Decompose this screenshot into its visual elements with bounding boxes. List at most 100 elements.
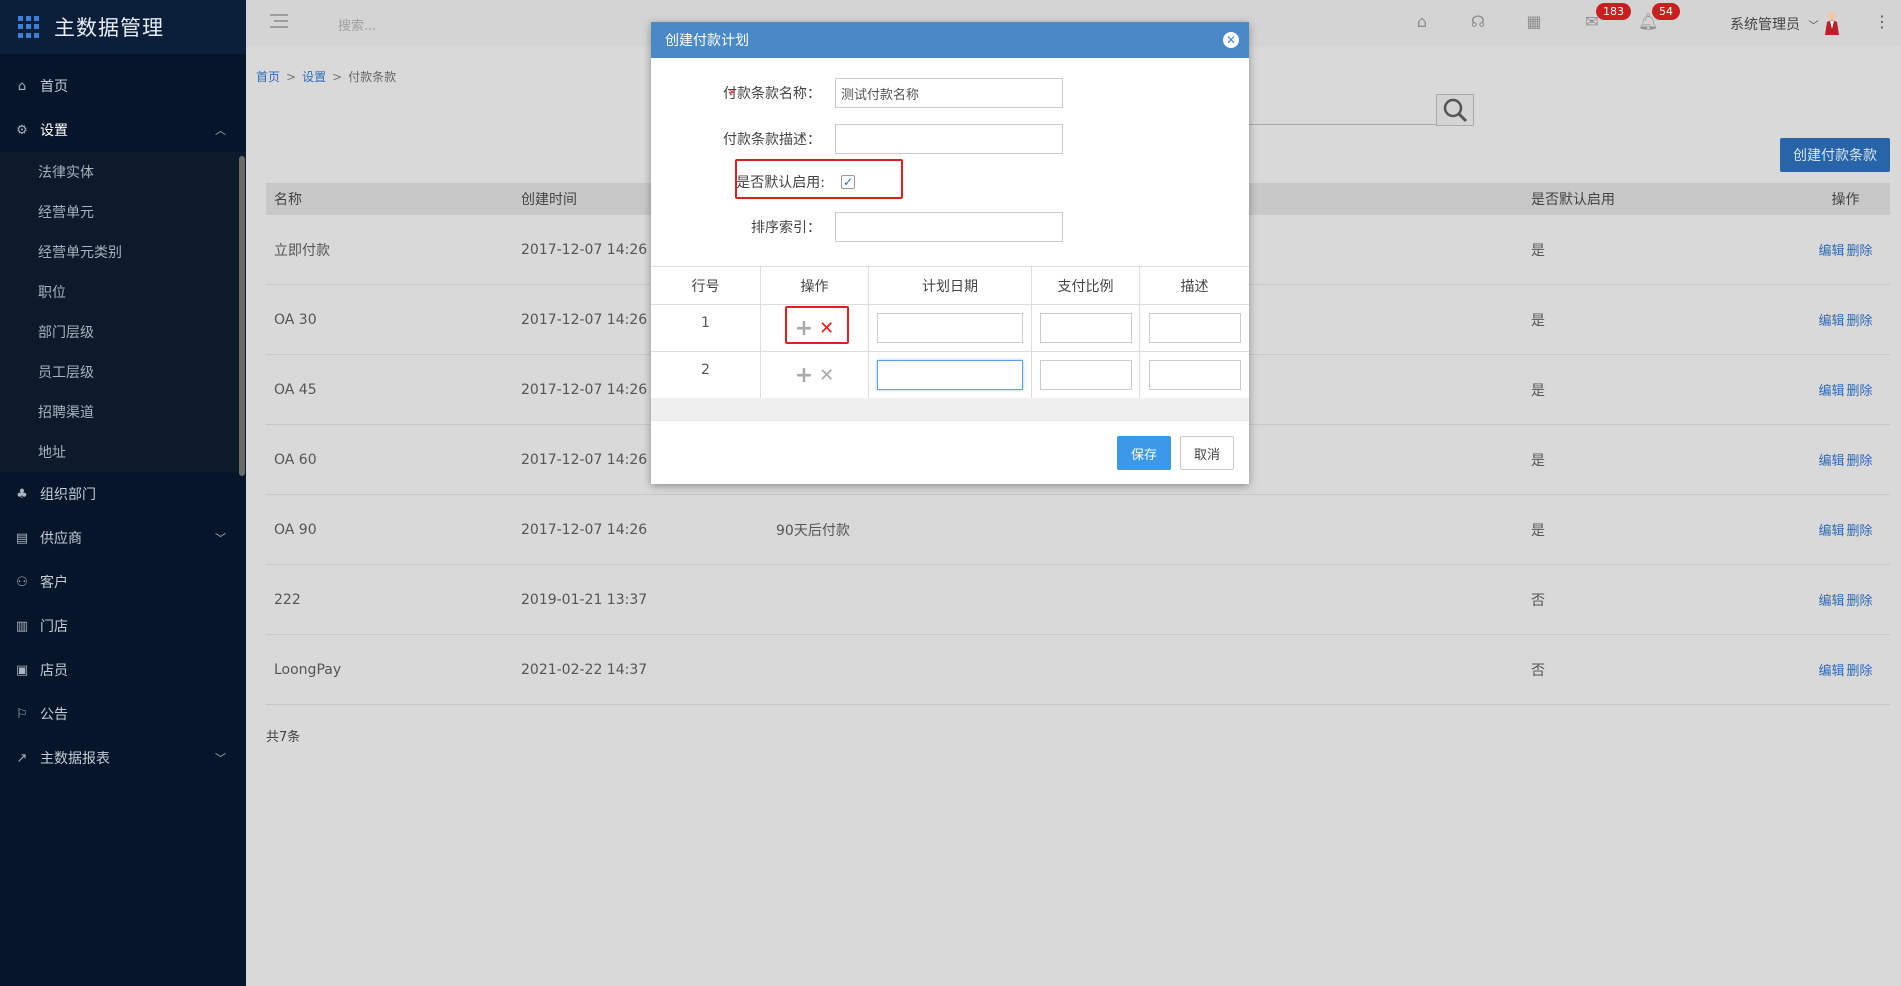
sidebar-scrollbar[interactable]: [239, 156, 245, 476]
form-row-name: * 付款条款名称：: [651, 78, 1249, 108]
column-header-name[interactable]: 名称: [266, 189, 521, 209]
form-row-sort: 排序索引：: [651, 212, 1249, 242]
cell-name: LoongPay: [274, 661, 342, 678]
sidebar-item-org[interactable]: ♣ 组织部门: [0, 472, 246, 516]
sidebar-item-settings[interactable]: ⚙ 设置 ︿: [0, 108, 246, 152]
sidebar-subitem-employee-level[interactable]: 员工层级: [0, 352, 246, 392]
more-icon[interactable]: ⋮: [1874, 12, 1890, 31]
delete-link[interactable]: 删除: [1847, 524, 1873, 539]
ratio-cell: [1032, 352, 1140, 398]
ratio-cell: [1032, 305, 1140, 351]
sidebar-subitem-dept-level[interactable]: 部门层级: [0, 312, 246, 352]
delete-link[interactable]: 删除: [1847, 664, 1873, 679]
message-icon[interactable]: ✉ 183: [1582, 3, 1631, 32]
sidebar-subitem-business-unit[interactable]: 经营单元: [0, 192, 246, 232]
close-icon[interactable]: ✕: [1223, 32, 1239, 48]
name-label: 付款条款名称：: [723, 86, 821, 102]
table-row: 222 2019-01-21 13:37 否 编辑 删除: [266, 565, 1890, 635]
total-count: 共7条: [266, 730, 301, 745]
ratio-input[interactable]: [1039, 360, 1132, 390]
cell-default: 是: [1531, 312, 1545, 329]
edit-link[interactable]: 编辑: [1818, 594, 1844, 609]
ratio-input[interactable]: [1039, 313, 1132, 343]
gear-icon: ⚙: [16, 122, 28, 138]
home-icon[interactable]: ⌂: [1412, 12, 1432, 32]
customer-icon: ⚇: [16, 574, 28, 590]
breadcrumb: 首页 > 设置 > 付款条款: [256, 70, 397, 84]
delete-row-icon[interactable]: ✕: [819, 365, 834, 386]
grid-column-plan-date: 计划日期: [869, 267, 1032, 304]
apps-grid-icon[interactable]: [18, 16, 40, 38]
grid-header: 行号 操作 计划日期 支付比例 描述: [651, 267, 1249, 305]
payment-term-desc-input[interactable]: [835, 124, 1063, 154]
sort-index-input[interactable]: [835, 212, 1063, 242]
chevron-down-icon: ﹀: [1808, 21, 1819, 32]
sidebar: 主数据管理 ⌂ 首页 ⚙ 设置 ︿ 法律实体 经营单元 经营单元类别 职位 部门…: [0, 0, 246, 986]
bell-icon[interactable]: 🔔︎ 54: [1638, 3, 1680, 32]
column-header-default[interactable]: 是否默认启用: [1531, 189, 1801, 209]
required-marker: *: [729, 87, 735, 101]
sidebar-subitem-business-unit-type[interactable]: 经营单元类别: [0, 232, 246, 272]
sidebar-subitem-position[interactable]: 职位: [0, 272, 246, 312]
row-desc-input[interactable]: [1148, 360, 1241, 390]
edit-link[interactable]: 编辑: [1818, 244, 1844, 259]
cell-default: 是: [1531, 242, 1545, 259]
dialog-header: 创建付款计划 ✕: [651, 22, 1249, 58]
search-button[interactable]: [1436, 94, 1474, 126]
search-icon: [1443, 98, 1468, 123]
cell-actions: 编辑 删除: [1801, 590, 1890, 609]
table-row: LoongPay 2021-02-22 14:37 否 编辑 删除: [266, 635, 1890, 705]
apps-icon[interactable]: ▦: [1524, 12, 1544, 32]
delete-link[interactable]: 删除: [1847, 244, 1873, 259]
edit-link[interactable]: 编辑: [1818, 664, 1844, 679]
breadcrumb-current: 付款条款: [348, 70, 397, 84]
cell-created: 2021-02-22 14:37: [521, 661, 648, 678]
highlight-box-default: [735, 159, 903, 199]
breadcrumb-settings[interactable]: 设置: [302, 70, 326, 84]
sidebar-subitem-legal-entity[interactable]: 法律实体: [0, 152, 246, 192]
sidebar-item-supplier[interactable]: ▤ 供应商 ﹀: [0, 516, 246, 560]
sidebar-subitem-recruit-channel[interactable]: 招聘渠道: [0, 392, 246, 432]
grid-row-number: 1: [651, 305, 761, 351]
cell-name: OA 45: [274, 381, 317, 398]
sidebar-item-label: 店员: [40, 663, 68, 679]
settings-submenu: 法律实体 经营单元 经营单元类别 职位 部门层级 员工层级 招聘渠道 地址: [0, 152, 246, 472]
delete-link[interactable]: 删除: [1847, 314, 1873, 329]
edit-link[interactable]: 编辑: [1818, 314, 1844, 329]
sidebar-item-label: 主数据报表: [40, 751, 110, 767]
create-payment-term-button[interactable]: 创建付款条款: [1780, 138, 1890, 172]
sidebar-item-announcement[interactable]: ⚐ 公告: [0, 692, 246, 736]
delete-link[interactable]: 删除: [1847, 594, 1873, 609]
avatar[interactable]: [1824, 11, 1840, 35]
cancel-button[interactable]: 取消: [1180, 436, 1234, 470]
notification-badge: 54: [1652, 3, 1680, 20]
edit-link[interactable]: 编辑: [1818, 454, 1844, 469]
message-badge: 183: [1596, 3, 1631, 20]
sidebar-item-report[interactable]: ↗ 主数据报表 ﹀: [0, 736, 246, 780]
support-icon[interactable]: ☊: [1468, 12, 1488, 32]
menu-toggle-icon[interactable]: [270, 14, 288, 28]
sidebar-item-home[interactable]: ⌂ 首页: [0, 64, 246, 108]
app-title: 主数据管理: [54, 16, 164, 40]
edit-link[interactable]: 编辑: [1818, 384, 1844, 399]
payment-term-name-input[interactable]: [835, 78, 1063, 108]
breadcrumb-home[interactable]: 首页: [256, 70, 280, 84]
cell-default: 否: [1531, 662, 1545, 679]
plan-date-input[interactable]: [877, 360, 1023, 390]
sidebar-item-store[interactable]: ▥ 门店: [0, 604, 246, 648]
delete-link[interactable]: 删除: [1847, 454, 1873, 469]
save-button[interactable]: 保存: [1117, 436, 1171, 470]
delete-link[interactable]: 删除: [1847, 384, 1873, 399]
header-search-input[interactable]: 搜索...: [338, 15, 376, 34]
grid-row-number: 2: [651, 352, 761, 398]
plan-date-input[interactable]: [877, 313, 1023, 343]
row-desc-input[interactable]: [1148, 313, 1241, 343]
grid-column-description: 描述: [1180, 278, 1209, 295]
sidebar-item-clerk[interactable]: ▣ 店员: [0, 648, 246, 692]
user-menu[interactable]: 系统管理员 ﹀: [1730, 14, 1818, 34]
sidebar-item-customer[interactable]: ⚇ 客户: [0, 560, 246, 604]
add-row-icon[interactable]: +: [795, 363, 813, 388]
edit-link[interactable]: 编辑: [1818, 524, 1844, 539]
cell-default: 是: [1531, 452, 1545, 469]
sidebar-subitem-address[interactable]: 地址: [0, 432, 246, 472]
